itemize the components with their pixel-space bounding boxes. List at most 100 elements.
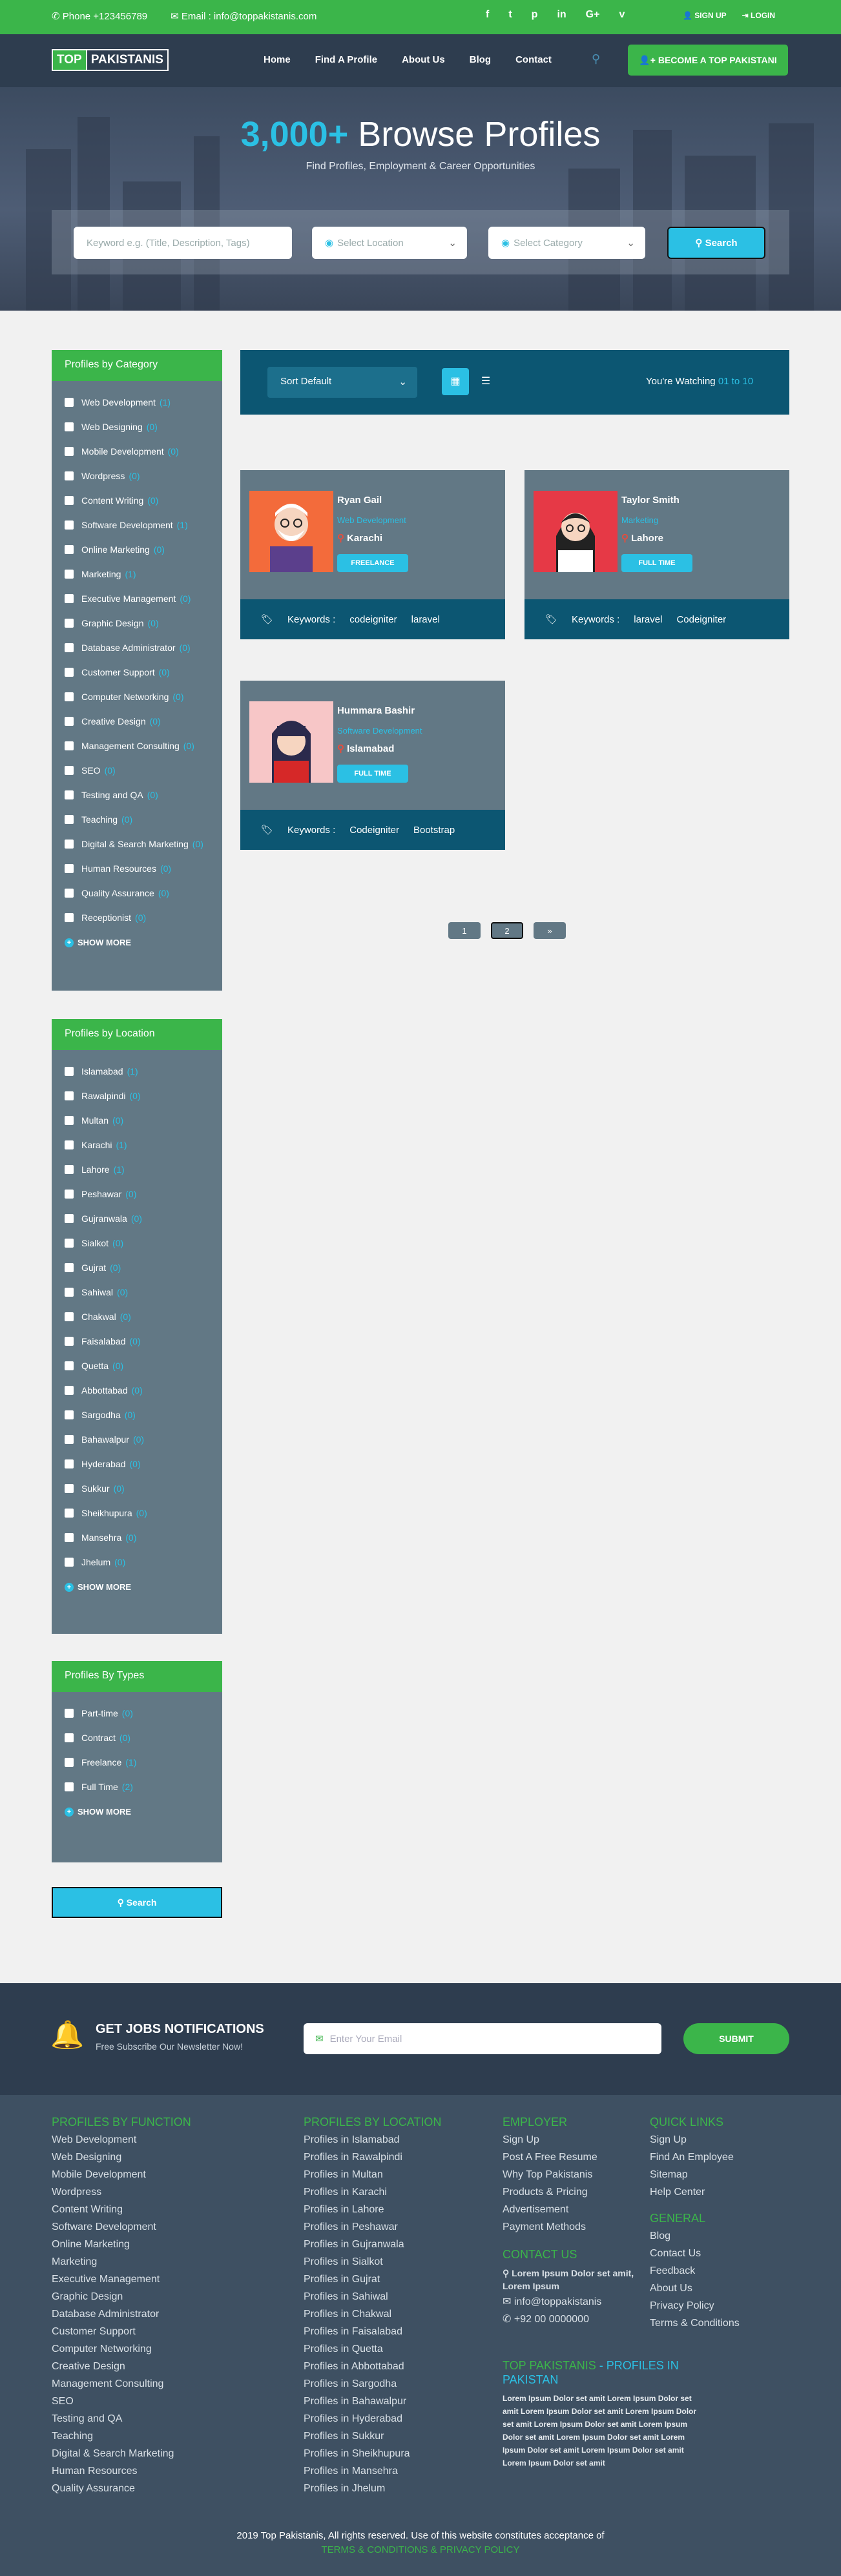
location-filter-quetta[interactable]: Quetta (0) bbox=[65, 1354, 222, 1378]
footer-link-digital-search-marketing[interactable]: Digital & Search Marketing bbox=[52, 2448, 284, 2466]
checkbox[interactable] bbox=[65, 520, 74, 530]
footer-link-profiles-in-jhelum[interactable]: Profiles in Jhelum bbox=[304, 2483, 497, 2500]
category-filter-database-administrator[interactable]: Database Administrator (0) bbox=[65, 635, 222, 660]
footer-link-profiles-in-sahiwal[interactable]: Profiles in Sahiwal bbox=[304, 2291, 497, 2309]
footer-link-executive-management[interactable]: Executive Management bbox=[52, 2274, 284, 2291]
footer-link-profiles-in-faisalabad[interactable]: Profiles in Faisalabad bbox=[304, 2326, 497, 2344]
checkbox[interactable] bbox=[65, 840, 74, 849]
types-show-more[interactable]: + SHOW MORE bbox=[52, 1799, 222, 1824]
checkbox[interactable] bbox=[65, 1533, 74, 1542]
location-filter-chakwal[interactable]: Chakwal (0) bbox=[65, 1304, 222, 1329]
category-filter-software-development[interactable]: Software Development (1) bbox=[65, 513, 222, 537]
checkbox[interactable] bbox=[65, 1709, 74, 1718]
search-button[interactable]: ⚲ Search bbox=[667, 227, 765, 259]
profile-card[interactable]: Hummara Bashir Software Development ⚲ Isl… bbox=[240, 681, 505, 850]
signup-link[interactable]: 👤 SIGN UP bbox=[683, 11, 727, 20]
footer-link-payment-methods[interactable]: Payment Methods bbox=[503, 2221, 638, 2239]
footer-link-profiles-in-lahore[interactable]: Profiles in Lahore bbox=[304, 2204, 497, 2221]
category-filter-computer-networking[interactable]: Computer Networking (0) bbox=[65, 685, 222, 709]
location-filter-sahiwal[interactable]: Sahiwal (0) bbox=[65, 1280, 222, 1304]
page-2[interactable]: 2 bbox=[491, 922, 523, 939]
checkbox[interactable] bbox=[65, 766, 74, 775]
keyword-tag[interactable]: Codeigniter bbox=[349, 825, 399, 836]
checkbox[interactable] bbox=[65, 889, 74, 898]
footer-link-advertisement[interactable]: Advertisement bbox=[503, 2204, 638, 2221]
footer-link-profiles-in-islamabad[interactable]: Profiles in Islamabad bbox=[304, 2134, 497, 2152]
footer-link-human-resources[interactable]: Human Resources bbox=[52, 2466, 284, 2483]
profile-card[interactable]: Taylor Smith Marketing ⚲ Lahore FULL TIME… bbox=[524, 470, 789, 639]
location-filter-sheikhupura[interactable]: Sheikhupura (0) bbox=[65, 1501, 222, 1525]
location-filter-rawalpindi[interactable]: Rawalpindi (0) bbox=[65, 1084, 222, 1108]
footer-link-profiles-in-chakwal[interactable]: Profiles in Chakwal bbox=[304, 2309, 497, 2326]
footer-link-management-consulting[interactable]: Management Consulting bbox=[52, 2378, 284, 2396]
footer-link-database-administrator[interactable]: Database Administrator bbox=[52, 2309, 284, 2326]
footer-link-marketing[interactable]: Marketing bbox=[52, 2256, 284, 2274]
footer-link-online-marketing[interactable]: Online Marketing bbox=[52, 2239, 284, 2256]
footer-link-profiles-in-sargodha[interactable]: Profiles in Sargodha bbox=[304, 2378, 497, 2396]
footer-link-post-a-free-resume[interactable]: Post A Free Resume bbox=[503, 2152, 638, 2169]
checkbox[interactable] bbox=[65, 1361, 74, 1370]
footer-link-help-center[interactable]: Help Center bbox=[650, 2187, 818, 2204]
checkbox[interactable] bbox=[65, 1758, 74, 1767]
type-filter-contract[interactable]: Contract (0) bbox=[65, 1726, 222, 1750]
category-select[interactable]: ◉ Select Category ⌄ bbox=[488, 227, 645, 259]
location-show-more[interactable]: + SHOW MORE bbox=[52, 1574, 222, 1600]
footer-link-web-development[interactable]: Web Development bbox=[52, 2134, 284, 2152]
footer-link-profiles-in-sialkot[interactable]: Profiles in Sialkot bbox=[304, 2256, 497, 2274]
profile-card[interactable]: Ryan Gail Web Development ⚲ Karachi FREEL… bbox=[240, 470, 505, 639]
footer-link-mobile-development[interactable]: Mobile Development bbox=[52, 2169, 284, 2187]
checkbox[interactable] bbox=[65, 1214, 74, 1223]
profile-name[interactable]: Hummara Bashir bbox=[337, 705, 415, 716]
checkbox[interactable] bbox=[65, 1288, 74, 1297]
footer-email[interactable]: ✉ info@toppakistanis bbox=[503, 2295, 638, 2313]
footer-link-products-pricing[interactable]: Products & Pricing bbox=[503, 2187, 638, 2204]
checkbox[interactable] bbox=[65, 447, 74, 456]
checkbox[interactable] bbox=[65, 790, 74, 799]
checkbox[interactable] bbox=[65, 570, 74, 579]
footer-link-teaching[interactable]: Teaching bbox=[52, 2431, 284, 2448]
facebook-icon[interactable]: f bbox=[486, 9, 489, 21]
checkbox[interactable] bbox=[65, 1484, 74, 1493]
checkbox[interactable] bbox=[65, 1239, 74, 1248]
location-filter-mansehra[interactable]: Mansehra (0) bbox=[65, 1525, 222, 1550]
footer-link-seo[interactable]: SEO bbox=[52, 2396, 284, 2413]
footer-link-profiles-in-peshawar[interactable]: Profiles in Peshawar bbox=[304, 2221, 497, 2239]
newsletter-email-input[interactable]: ✉ Enter Your Email bbox=[304, 2023, 661, 2054]
location-filter-sargodha[interactable]: Sargodha (0) bbox=[65, 1403, 222, 1427]
location-filter-sialkot[interactable]: Sialkot (0) bbox=[65, 1231, 222, 1255]
location-filter-peshawar[interactable]: Peshawar (0) bbox=[65, 1182, 222, 1206]
footer-link-customer-support[interactable]: Customer Support bbox=[52, 2326, 284, 2344]
twitter-icon[interactable]: t bbox=[508, 9, 512, 21]
footer-link-terms-conditions[interactable]: Terms & Conditions bbox=[650, 2318, 818, 2335]
location-filter-multan[interactable]: Multan (0) bbox=[65, 1108, 222, 1133]
checkbox[interactable] bbox=[65, 1337, 74, 1346]
footer-link-profiles-in-multan[interactable]: Profiles in Multan bbox=[304, 2169, 497, 2187]
checkbox[interactable] bbox=[65, 741, 74, 750]
location-filter-faisalabad[interactable]: Faisalabad (0) bbox=[65, 1329, 222, 1354]
footer-link-find-an-employee[interactable]: Find An Employee bbox=[650, 2152, 818, 2169]
type-filter-freelance[interactable]: Freelance (1) bbox=[65, 1750, 222, 1775]
checkbox[interactable] bbox=[65, 692, 74, 701]
checkbox[interactable] bbox=[65, 1782, 74, 1791]
category-filter-management-consulting[interactable]: Management Consulting (0) bbox=[65, 734, 222, 758]
googleplus-icon[interactable]: G+ bbox=[586, 9, 600, 21]
category-filter-web-designing[interactable]: Web Designing (0) bbox=[65, 415, 222, 439]
profile-name[interactable]: Ryan Gail bbox=[337, 495, 382, 506]
keyword-tag[interactable]: Bootstrap bbox=[413, 825, 455, 836]
category-filter-web-development[interactable]: Web Development (1) bbox=[65, 390, 222, 415]
nav-blog[interactable]: Blog bbox=[470, 54, 491, 65]
footer-link-sign-up[interactable]: Sign Up bbox=[650, 2134, 818, 2152]
checkbox[interactable] bbox=[65, 864, 74, 873]
checkbox[interactable] bbox=[65, 496, 74, 505]
category-filter-executive-management[interactable]: Executive Management (0) bbox=[65, 586, 222, 611]
keyword-tag[interactable]: codeigniter bbox=[349, 614, 397, 625]
footer-link-testing-and-qa[interactable]: Testing and QA bbox=[52, 2413, 284, 2431]
category-filter-human-resources[interactable]: Human Resources (0) bbox=[65, 856, 222, 881]
type-filter-part-time[interactable]: Part-time (0) bbox=[65, 1701, 222, 1726]
keyword-tag[interactable]: laravel bbox=[634, 614, 662, 625]
checkbox[interactable] bbox=[65, 1140, 74, 1149]
location-select[interactable]: ◉ Select Location ⌄ bbox=[312, 227, 467, 259]
nav-contact[interactable]: Contact bbox=[515, 54, 552, 65]
footer-link-feedback[interactable]: Feedback bbox=[650, 2265, 818, 2283]
footer-link-contact-us[interactable]: Contact Us bbox=[650, 2248, 818, 2265]
